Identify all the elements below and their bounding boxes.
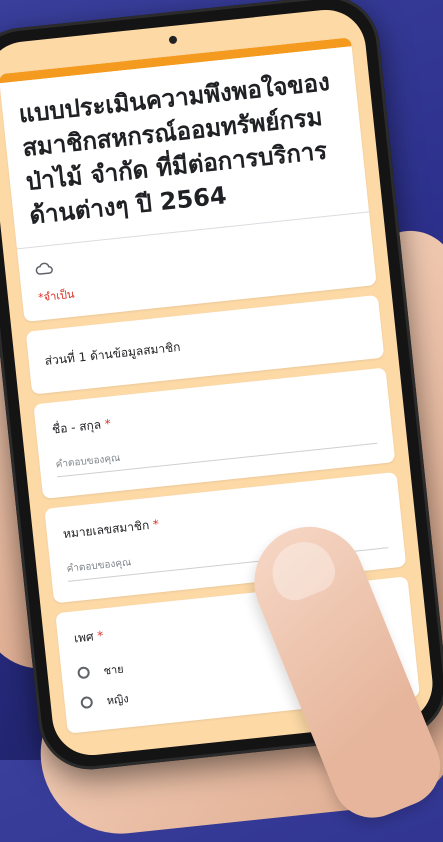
front-camera [168,35,178,45]
radio-unchecked-icon[interactable] [77,666,91,680]
gender-option-male-label: ชาย [102,662,125,678]
required-asterisk: * [152,517,160,532]
fingernail [263,533,342,607]
form-title: แบบประเมินความพึงพอใจของสมาชิกสหกรณ์ออมท… [17,67,331,230]
section-title: ส่วนที่ 1 ด้านข้อมูลสมาชิก [44,339,182,369]
question-name-text: ชื่อ - สกุล [51,417,102,437]
question-gender-text: เพศ [73,629,95,646]
form-meta: *จำเป็น [33,214,359,306]
required-asterisk: * [104,416,112,432]
required-asterisk: * [96,628,105,644]
radio-unchecked-icon[interactable] [80,695,94,710]
required-note: *จำเป็น [37,287,76,305]
gender-option-female-label: หญิง [106,692,130,708]
form-title-card: แบบประเมินความพึงพอใจของสมาชิกสหกรณ์ออมท… [0,37,377,322]
cloud-icon [34,260,53,276]
question-member-id-text: หมายเลขสมาชิก [62,518,150,542]
